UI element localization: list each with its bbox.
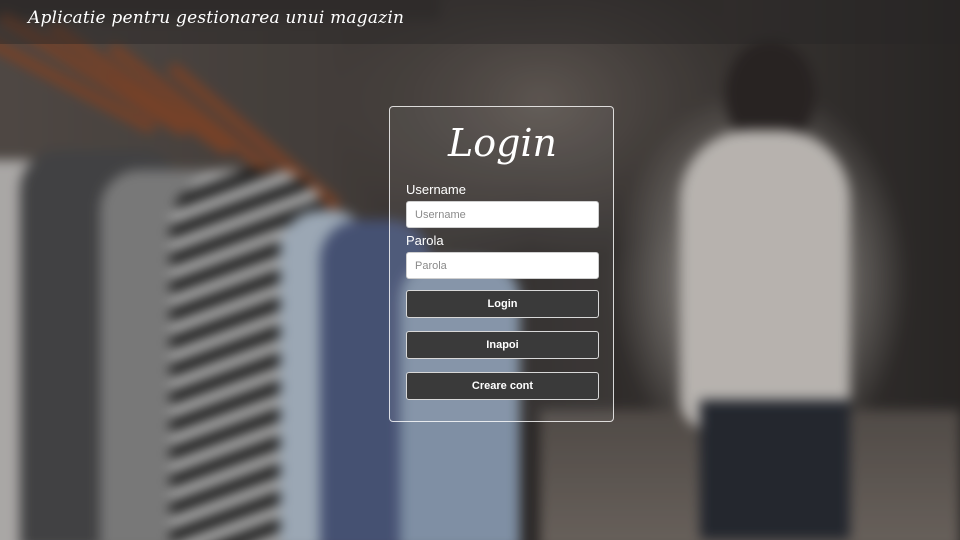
login-panel: Login Username Parola Login Inapoi Crear… [389,106,614,422]
username-label: Username [406,182,466,197]
password-input[interactable] [406,252,599,279]
header-bar: Aplicatie pentru gestionarea unui magazi… [0,0,960,44]
back-button[interactable]: Inapoi [406,331,599,359]
login-button[interactable]: Login [406,290,599,318]
login-title: Login [447,121,558,165]
login-page: Aplicatie pentru gestionarea unui magazi… [0,0,960,540]
create-account-button[interactable]: Creare cont [406,372,599,400]
app-title: Aplicatie pentru gestionarea unui magazi… [28,8,405,28]
username-input[interactable] [406,201,599,228]
password-label: Parola [406,233,444,248]
